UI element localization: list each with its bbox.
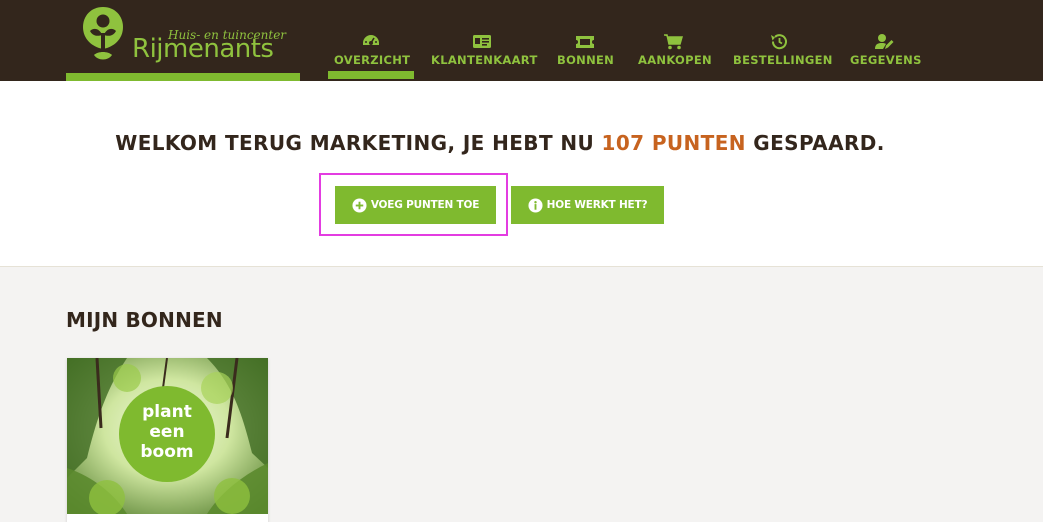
ticket-icon bbox=[576, 36, 594, 48]
nav-item-klantenkaart[interactable]: KLANTENKAART bbox=[431, 33, 538, 81]
history-icon bbox=[771, 34, 787, 50]
coupon-title-line: plant bbox=[142, 402, 192, 422]
info-circle-icon bbox=[528, 197, 543, 213]
welcome-heading: WELKOM TERUG MARKETING, JE HEBT NU 107 P… bbox=[0, 131, 1000, 155]
how-it-works-button[interactable]: HOE WERKT HET? bbox=[511, 186, 664, 224]
cart-icon bbox=[664, 34, 683, 50]
site-header: Huis- en tuincenter Rijmenants OVERZICHT… bbox=[0, 0, 1043, 81]
nav-label: BESTELLINGEN bbox=[733, 53, 833, 67]
points-value: 107 PUNTEN bbox=[601, 131, 746, 155]
nav-item-bonnen[interactable]: BONNEN bbox=[557, 33, 615, 81]
add-points-label: VOEG PUNTEN TOE bbox=[370, 199, 480, 211]
nav-label: OVERZICHT bbox=[334, 53, 411, 67]
rijmenants-logo-icon[interactable] bbox=[80, 5, 126, 63]
how-it-works-label: HOE WERKT HET? bbox=[546, 199, 648, 211]
coupon-title: plant een boom bbox=[119, 402, 215, 462]
coupon-title-line: een bbox=[149, 422, 185, 442]
logo-underline bbox=[66, 73, 300, 81]
brand-name[interactable]: Rijmenants bbox=[132, 34, 274, 64]
nav-item-gegevens[interactable]: GEGEVENS bbox=[850, 33, 922, 81]
nav-label: BONNEN bbox=[557, 53, 615, 67]
coupon-title-line: boom bbox=[140, 442, 194, 462]
coupon-card[interactable]: plant een boom bbox=[67, 358, 268, 522]
welcome-section: WELKOM TERUG MARKETING, JE HEBT NU 107 P… bbox=[0, 81, 1043, 267]
welcome-prefix: WELKOM TERUG MARKETING, JE HEBT NU bbox=[115, 131, 595, 155]
nav-label: GEGEVENS bbox=[850, 53, 922, 67]
nav-active-indicator bbox=[328, 71, 414, 79]
nav-label: AANKOPEN bbox=[638, 53, 712, 67]
my-coupons-heading: MIJN BONNEN bbox=[66, 308, 223, 332]
plus-circle-icon bbox=[352, 197, 367, 213]
nav-item-bestellingen[interactable]: BESTELLINGEN bbox=[733, 33, 833, 81]
nav-item-aankopen[interactable]: AANKOPEN bbox=[638, 33, 712, 81]
id-card-icon bbox=[473, 35, 491, 48]
nav-label: KLANTENKAART bbox=[431, 53, 538, 67]
add-points-button[interactable]: VOEG PUNTEN TOE bbox=[335, 186, 496, 224]
user-edit-icon bbox=[875, 34, 894, 49]
dashboard-icon bbox=[363, 35, 379, 45]
welcome-suffix: GESPAARD. bbox=[753, 131, 885, 155]
